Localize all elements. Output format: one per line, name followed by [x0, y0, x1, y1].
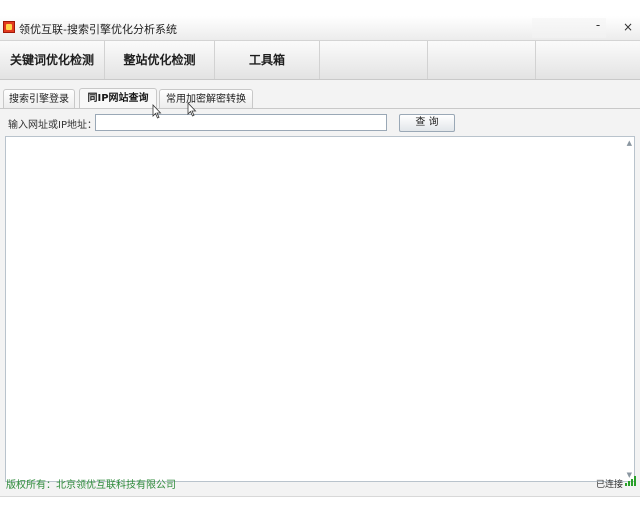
scroll-up-icon[interactable]: ▲ — [627, 139, 632, 147]
pointer-cursor-icon — [152, 104, 162, 119]
close-button[interactable]: × — [620, 19, 636, 35]
app-icon — [3, 21, 15, 33]
nav-site-optimization[interactable]: 整站优化检测 — [105, 41, 215, 79]
pointer-cursor-icon — [187, 102, 197, 117]
tool-tabs: 搜索引擎登录 同IP网站查询 常用加密解密转换 — [0, 88, 640, 109]
results-area[interactable]: ▲ ▼ — [5, 136, 635, 482]
tab-search-engine-submit[interactable]: 搜索引擎登录 — [3, 89, 75, 109]
nav-empty-slot — [428, 41, 536, 79]
window-title: 领优互联-搜索引擎优化分析系统 — [19, 23, 177, 36]
tab-divider — [0, 108, 640, 109]
query-button[interactable]: 查 询 — [399, 114, 455, 132]
app-window: 领优互联-搜索引擎优化分析系统 - × 关键词优化检测 整站优化检测 工具箱 搜… — [0, 16, 640, 497]
connection-status: 已连接 — [596, 480, 624, 490]
search-row: 输入网址或IP地址： 查 询 — [0, 113, 640, 133]
nav-keyword-optimization[interactable]: 关键词优化检测 — [0, 41, 105, 79]
nav-empty-slot — [320, 41, 428, 79]
nav-toolbox[interactable]: 工具箱 — [215, 41, 320, 79]
minimize-button[interactable]: - — [590, 17, 606, 33]
title-bar[interactable]: 领优互联-搜索引擎优化分析系统 - × — [0, 16, 640, 41]
main-nav: 关键词优化检测 整站优化检测 工具箱 — [0, 41, 640, 80]
tab-encryption-converter[interactable]: 常用加密解密转换 — [159, 89, 253, 109]
search-label: 输入网址或IP地址： — [8, 120, 97, 131]
status-bar: 版权所有：北京领优互联科技有限公司 已连接 — [0, 476, 640, 496]
tab-same-ip-lookup[interactable]: 同IP网站查询 — [79, 88, 157, 109]
copyright-text: 版权所有：北京领优互联科技有限公司 — [6, 480, 176, 491]
url-ip-input[interactable] — [95, 114, 387, 131]
signal-icon — [625, 476, 637, 486]
